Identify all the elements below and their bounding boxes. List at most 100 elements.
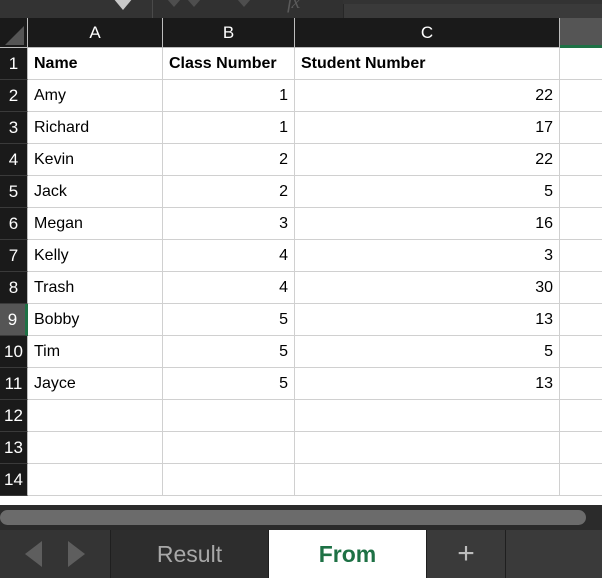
- table-row: 14: [0, 464, 602, 496]
- arrow-right-icon[interactable]: [67, 541, 85, 567]
- row-header-12[interactable]: 12: [0, 400, 28, 432]
- select-all-corner[interactable]: [0, 18, 28, 48]
- cell-b10[interactable]: 5: [163, 336, 295, 368]
- cell-c8[interactable]: 30: [295, 272, 560, 304]
- cell-b6[interactable]: 3: [163, 208, 295, 240]
- row-header-3[interactable]: 3: [0, 112, 28, 144]
- row-header-2[interactable]: 2: [0, 80, 28, 112]
- cell-d5[interactable]: [560, 176, 602, 208]
- cell-d12[interactable]: [560, 400, 602, 432]
- row-header-1[interactable]: 1: [0, 48, 28, 80]
- cell-b11[interactable]: 5: [163, 368, 295, 400]
- chevron-down-icon-expand[interactable]: [237, 0, 251, 7]
- cell-c4[interactable]: 22: [295, 144, 560, 176]
- cell-b13[interactable]: [163, 432, 295, 464]
- row-header-6[interactable]: 6: [0, 208, 28, 240]
- cell-b5[interactable]: 2: [163, 176, 295, 208]
- cell-d9-selected[interactable]: [560, 304, 602, 336]
- cell-a14[interactable]: [28, 464, 163, 496]
- cell-c9[interactable]: 13: [295, 304, 560, 336]
- cell-b3[interactable]: 1: [163, 112, 295, 144]
- cell-b9[interactable]: 5: [163, 304, 295, 336]
- cell-c10[interactable]: 5: [295, 336, 560, 368]
- tab-bar-filler: [506, 530, 602, 578]
- cell-c7[interactable]: 3: [295, 240, 560, 272]
- cell-d10[interactable]: [560, 336, 602, 368]
- cell-c6[interactable]: 16: [295, 208, 560, 240]
- cell-a12[interactable]: [28, 400, 163, 432]
- cell-b12[interactable]: [163, 400, 295, 432]
- spreadsheet-window: fx A B C 1 Name Class Number Student Num…: [0, 0, 602, 578]
- cell-c1[interactable]: Student Number: [295, 48, 560, 80]
- cell-b2[interactable]: 1: [163, 80, 295, 112]
- table-row: 5 Jack 2 5: [0, 176, 602, 208]
- cell-c3[interactable]: 17: [295, 112, 560, 144]
- cell-d14[interactable]: [560, 464, 602, 496]
- formula-bar-input[interactable]: [343, 4, 602, 18]
- cell-a2[interactable]: Amy: [28, 80, 163, 112]
- sheet-tab-result[interactable]: Result: [111, 530, 269, 578]
- row-header-4[interactable]: 4: [0, 144, 28, 176]
- cell-b4[interactable]: 2: [163, 144, 295, 176]
- row-header-9[interactable]: 9: [0, 304, 28, 336]
- cell-b7[interactable]: 4: [163, 240, 295, 272]
- sheet-tab-bar: Result From +: [0, 530, 602, 578]
- table-row: 12: [0, 400, 602, 432]
- add-sheet-button[interactable]: +: [427, 530, 506, 578]
- column-header-b[interactable]: B: [163, 18, 295, 48]
- cell-d6[interactable]: [560, 208, 602, 240]
- cell-d2[interactable]: [560, 80, 602, 112]
- row-header-10[interactable]: 10: [0, 336, 28, 368]
- sheet-tab-from[interactable]: From: [269, 530, 427, 578]
- name-box[interactable]: [0, 0, 152, 18]
- cell-d13[interactable]: [560, 432, 602, 464]
- cell-a7[interactable]: Kelly: [28, 240, 163, 272]
- horizontal-scrollbar[interactable]: [0, 505, 602, 530]
- horizontal-scrollbar-thumb[interactable]: [0, 510, 586, 525]
- cell-c5[interactable]: 5: [295, 176, 560, 208]
- cell-c2[interactable]: 22: [295, 80, 560, 112]
- cell-c13[interactable]: [295, 432, 560, 464]
- chevron-down-icon-cancel[interactable]: [167, 0, 181, 7]
- cell-a1[interactable]: Name: [28, 48, 163, 80]
- row-header-7[interactable]: 7: [0, 240, 28, 272]
- chevron-down-icon-accept[interactable]: [187, 0, 201, 7]
- column-header-a[interactable]: A: [28, 18, 163, 48]
- table-row: 6 Megan 3 16: [0, 208, 602, 240]
- function-icon[interactable]: fx: [287, 0, 300, 14]
- row-header-11[interactable]: 11: [0, 368, 28, 400]
- cell-a10[interactable]: Tim: [28, 336, 163, 368]
- column-header-c[interactable]: C: [295, 18, 560, 48]
- table-row: 8 Trash 4 30: [0, 272, 602, 304]
- arrow-left-icon[interactable]: [25, 541, 43, 567]
- toolbar: fx: [0, 0, 602, 18]
- cell-a11[interactable]: Jayce: [28, 368, 163, 400]
- cell-a6[interactable]: Megan: [28, 208, 163, 240]
- row-header-14[interactable]: 14: [0, 464, 28, 496]
- cell-d4[interactable]: [560, 144, 602, 176]
- row-header-5[interactable]: 5: [0, 176, 28, 208]
- cell-d3[interactable]: [560, 112, 602, 144]
- table-row: 11 Jayce 5 13: [0, 368, 602, 400]
- cell-b8[interactable]: 4: [163, 272, 295, 304]
- cell-a4[interactable]: Kevin: [28, 144, 163, 176]
- cell-c14[interactable]: [295, 464, 560, 496]
- cell-c11[interactable]: 13: [295, 368, 560, 400]
- cell-b1[interactable]: Class Number: [163, 48, 295, 80]
- cell-d8[interactable]: [560, 272, 602, 304]
- cell-a9[interactable]: Bobby: [28, 304, 163, 336]
- cell-a3[interactable]: Richard: [28, 112, 163, 144]
- cell-a13[interactable]: [28, 432, 163, 464]
- row-header-8[interactable]: 8: [0, 272, 28, 304]
- cell-d11[interactable]: [560, 368, 602, 400]
- cell-a8[interactable]: Trash: [28, 272, 163, 304]
- cell-c12[interactable]: [295, 400, 560, 432]
- table-row: 2 Amy 1 22: [0, 80, 602, 112]
- cell-d7[interactable]: [560, 240, 602, 272]
- chevron-down-icon[interactable]: [113, 0, 133, 10]
- cell-b14[interactable]: [163, 464, 295, 496]
- cell-d1[interactable]: [560, 48, 602, 80]
- row-header-13[interactable]: 13: [0, 432, 28, 464]
- column-header-d[interactable]: [560, 18, 602, 48]
- cell-a5[interactable]: Jack: [28, 176, 163, 208]
